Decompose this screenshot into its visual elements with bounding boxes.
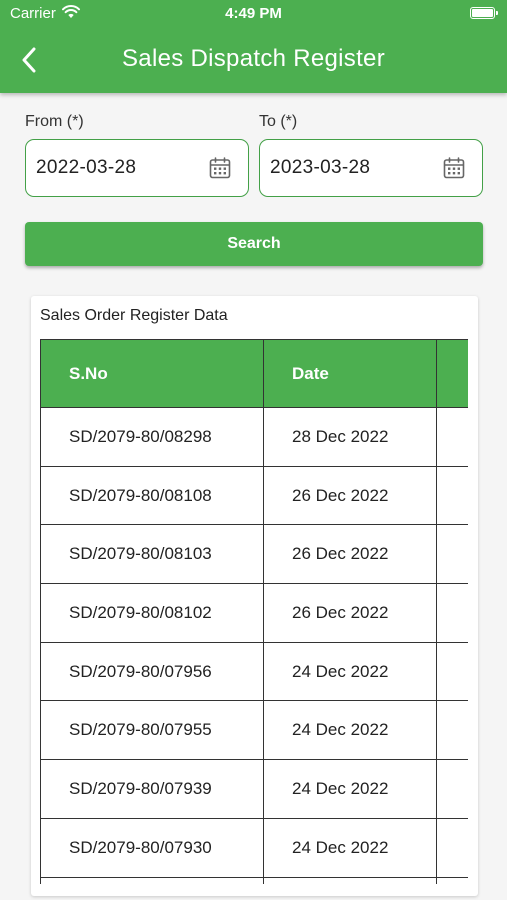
table-row[interactable]: SD/2079-80/07930 24 Dec 2022 [40, 817, 468, 878]
register-data-card: Sales Order Register Data S.No Date SD/2… [31, 296, 478, 896]
cell-date: 24 Dec 2022 [263, 759, 437, 819]
table-row[interactable]: SD/2079-80/07939 24 Dec 2022 [40, 759, 468, 819]
cell-sno: SD/2079-80/08108 [40, 465, 264, 526]
cell-extra [436, 465, 468, 526]
cell-extra [436, 641, 468, 702]
search-button[interactable]: Search [25, 222, 483, 266]
to-date-label: To (*) [259, 113, 298, 130]
cell-sno: SD/2079-80/08102 [40, 583, 264, 643]
table-row[interactable]: SD/2079-80/08298 28 Dec 2022 [40, 407, 468, 467]
column-header-sno[interactable]: S.No [40, 339, 264, 408]
cell-extra [436, 817, 468, 878]
cell-date [263, 876, 437, 884]
cell-extra [436, 583, 468, 643]
cell-date: 24 Dec 2022 [263, 817, 437, 878]
from-date-label: From (*) [25, 113, 84, 130]
cell-extra [436, 524, 468, 585]
table-row[interactable] [40, 876, 468, 884]
table-row[interactable]: SD/2079-80/07956 24 Dec 2022 [40, 641, 468, 702]
from-date-field[interactable]: 2022-03-28 [25, 139, 249, 197]
cell-date: 28 Dec 2022 [263, 407, 437, 467]
table-row[interactable]: SD/2079-80/08102 26 Dec 2022 [40, 583, 468, 643]
cell-date: 24 Dec 2022 [263, 641, 437, 702]
table-row[interactable]: SD/2079-80/07955 24 Dec 2022 [40, 700, 468, 761]
cell-extra [436, 700, 468, 761]
table-header-row: S.No Date [40, 339, 468, 408]
to-date-value: 2023-03-28 [270, 157, 371, 178]
page-title: Sales Dispatch Register [121, 45, 385, 72]
cell-extra [436, 759, 468, 819]
column-header-extra[interactable] [436, 339, 468, 408]
card-title: Sales Order Register Data [40, 307, 228, 324]
cell-sno [40, 876, 264, 884]
table-row[interactable]: SD/2079-80/08108 26 Dec 2022 [40, 465, 468, 526]
calendar-icon[interactable] [208, 156, 232, 180]
cell-extra [436, 876, 468, 884]
register-table-scroll[interactable]: S.No Date SD/2079-80/08298 28 Dec 2022 S… [40, 339, 468, 884]
status-bar: Carrier 4:49 PM [0, 0, 507, 28]
cell-sno: SD/2079-80/07956 [40, 641, 264, 702]
to-date-field[interactable]: 2023-03-28 [259, 139, 483, 197]
cell-sno: SD/2079-80/07930 [40, 817, 264, 878]
cell-date: 26 Dec 2022 [263, 465, 437, 526]
cell-sno: SD/2079-80/07955 [40, 700, 264, 761]
status-time: 4:49 PM [225, 5, 282, 22]
battery-icon [470, 7, 498, 19]
cell-extra [436, 407, 468, 467]
table-row[interactable]: SD/2079-80/08103 26 Dec 2022 [40, 524, 468, 585]
cell-sno: SD/2079-80/07939 [40, 759, 264, 819]
column-header-date[interactable]: Date [263, 339, 437, 408]
cell-date: 26 Dec 2022 [263, 524, 437, 585]
cell-date: 24 Dec 2022 [263, 700, 437, 761]
cell-sno: SD/2079-80/08103 [40, 524, 264, 585]
calendar-icon[interactable] [442, 156, 466, 180]
app-header: Carrier 4:49 PM Sales Dispatch Register [0, 0, 507, 93]
cell-date: 26 Dec 2022 [263, 583, 437, 643]
cell-sno: SD/2079-80/08298 [40, 407, 264, 467]
from-date-value: 2022-03-28 [36, 157, 137, 178]
register-table: S.No Date SD/2079-80/08298 28 Dec 2022 S… [40, 339, 468, 884]
